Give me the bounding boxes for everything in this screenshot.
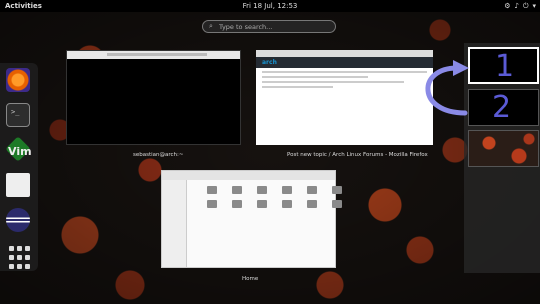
terminal-window-caption: sebastian@arch:~	[133, 152, 184, 158]
titlebar	[67, 51, 240, 59]
search-icon: ⌕	[209, 22, 213, 30]
search-field[interactable]: ⌕	[202, 20, 336, 33]
folder-icon	[257, 186, 267, 194]
terminal-icon[interactable]	[6, 103, 30, 127]
firefox-window-caption: Post new topic / Arch Linux Forums - Moz…	[287, 152, 428, 158]
terminal-window-thumbnail[interactable]	[66, 50, 241, 145]
folder-icon	[207, 200, 217, 208]
folder-icon	[307, 200, 317, 208]
folder-icon	[232, 200, 242, 208]
folder-icon	[282, 186, 292, 194]
show-applications-icon[interactable]	[6, 243, 36, 273]
folder-icon	[232, 186, 242, 194]
files-icon[interactable]	[6, 173, 30, 197]
annotation-label-2: 2	[492, 90, 512, 125]
eclipse-icon[interactable]	[6, 208, 30, 232]
vim-label: Vim	[8, 145, 32, 158]
content-line	[262, 76, 369, 78]
folder-icon	[332, 200, 342, 208]
arch-logo: arch	[262, 59, 277, 66]
dash: Vim	[0, 63, 38, 271]
search-input[interactable]	[219, 21, 329, 32]
annotation-arrow	[425, 60, 469, 116]
folder-icon	[257, 200, 267, 208]
firefox-window-thumbnail[interactable]: arch	[256, 50, 433, 145]
content-line	[262, 71, 427, 73]
clock[interactable]: Fri 18 Jul, 12:53	[243, 0, 298, 12]
network-icon: ⚙	[504, 2, 511, 10]
system-tray[interactable]: ⚙ ♪ ⏻ ▾	[504, 0, 536, 12]
power-icon: ⏻	[522, 2, 529, 10]
content-line	[262, 81, 404, 83]
activities-button[interactable]: Activities	[5, 0, 42, 12]
titlebar	[256, 50, 433, 57]
content-line	[262, 86, 333, 88]
chevron-down-icon: ▾	[532, 2, 536, 10]
arch-header: arch	[256, 57, 433, 68]
folder-icon	[207, 186, 217, 194]
folder-icon	[307, 186, 317, 194]
folder-icon	[282, 200, 292, 208]
top-bar: Activities Fri 18 Jul, 12:53 ⚙ ♪ ⏻ ▾	[0, 0, 540, 12]
firefox-icon[interactable]	[6, 68, 30, 92]
folder-grid	[207, 186, 348, 208]
folder-icon	[332, 186, 342, 194]
volume-icon: ♪	[514, 2, 519, 10]
files-sidebar	[162, 180, 187, 267]
files-window-caption: Home	[242, 276, 259, 282]
workspace-3[interactable]	[468, 130, 539, 167]
titlebar	[162, 171, 335, 180]
files-window-thumbnail[interactable]	[161, 170, 342, 268]
annotation-label-1: 1	[495, 49, 515, 84]
